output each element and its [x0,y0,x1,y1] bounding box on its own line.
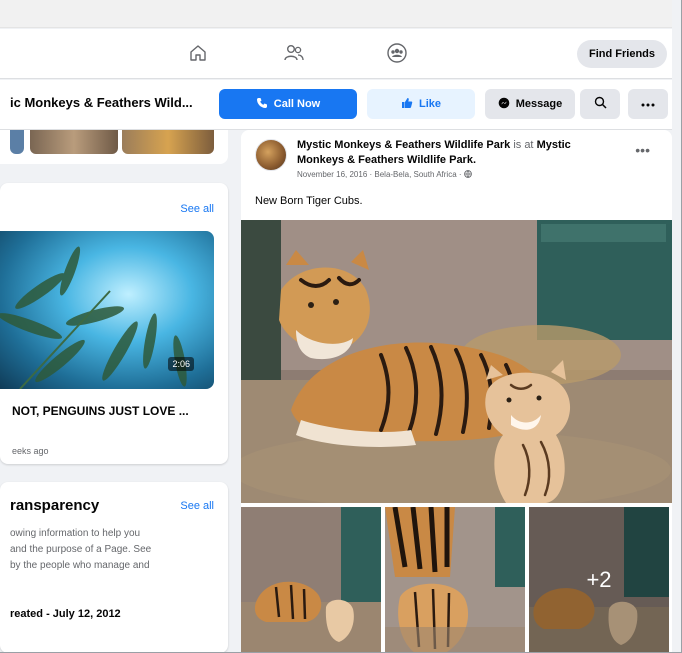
find-friends-button[interactable]: Find Friends [577,40,667,68]
transparency-see-all-link[interactable]: See all [180,500,214,512]
transparency-description: owing information to help you and the pu… [10,526,206,574]
transparency-line: by the people who manage and [10,560,150,571]
videos-see-all-link[interactable]: See all [180,203,214,215]
search-icon [594,96,607,112]
more-photos-count: +2 [586,567,612,592]
messenger-icon [498,97,510,112]
post-options-icon[interactable]: ••• [635,142,650,158]
photos-strip [0,130,228,164]
post-header: Mystic Monkeys & Feathers Wildlife Park … [297,138,617,168]
post-is-at: is at [513,139,534,151]
photo-thumbnail[interactable] [122,130,214,154]
call-now-label: Call Now [273,98,321,110]
left-column: See all 2:06 NOT, PENGUINS JUST LOVE ...… [0,130,228,652]
photo-thumbnail[interactable] [30,130,118,154]
video-title[interactable]: NOT, PENGUINS JUST LOVE ... [12,404,189,418]
page-transparency-card: ransparency See all owing information to… [0,482,228,652]
page-action-bar: ic Monkeys & Feathers Wild... Call Now L… [0,80,672,130]
tiger-photo [241,507,381,652]
page-created-date: reated - July 12, 2012 [10,608,121,620]
call-now-button[interactable]: Call Now [219,89,357,119]
photo-thumbnail[interactable] [10,130,24,154]
phone-icon [256,97,268,112]
avatar[interactable] [255,139,287,171]
thumbs-up-icon [401,97,413,112]
more-icon [641,98,655,110]
transparency-title: ransparency [10,497,100,514]
facebook-page-window: Find Friends ic Monkeys & Feathers Wild.… [0,0,682,653]
videos-card: See all 2:06 NOT, PENGUINS JUST LOVE ...… [0,183,228,464]
like-label: Like [418,98,441,110]
tiger-and-cub-photo [241,220,672,503]
message-label: Message [515,98,563,110]
groups-icon[interactable] [383,39,411,67]
friends-icon[interactable] [280,39,308,67]
video-meta: eeks ago [12,446,49,456]
home-icon[interactable] [184,39,212,67]
page-search-button[interactable] [580,89,620,119]
globe-icon [463,170,472,179]
tiger-photo [385,507,525,652]
video-duration: 2:06 [168,357,194,371]
video-thumbnail[interactable]: 2:06 [0,231,214,389]
top-navigation: Find Friends [0,29,672,79]
post-photo-thumbnail[interactable] [241,507,381,652]
transparency-line: owing information to help you [10,528,141,539]
browser-strip [0,0,672,28]
page-more-button[interactable] [628,89,668,119]
post-photo-thumbnail[interactable]: +2 [529,507,669,652]
post-text: New Born Tiger Cubs. [255,195,363,207]
post-main-photo[interactable] [241,220,672,503]
page-name: ic Monkeys & Feathers Wild... [10,95,193,110]
post-photo-thumbnail[interactable] [385,507,525,652]
post-date-text: November 16, 2016 · Bela-Bela, South Afr… [297,170,462,179]
like-page-button[interactable]: Like [367,89,475,119]
post-timestamp[interactable]: November 16, 2016 · Bela-Bela, South Afr… [297,170,472,179]
more-photos-overlay[interactable]: +2 [529,507,669,652]
post-author-link[interactable]: Mystic Monkeys & Feathers Wildlife Park [297,139,510,151]
post-card: Mystic Monkeys & Feathers Wildlife Park … [241,130,672,652]
transparency-line: and the purpose of a Page. See [10,544,152,555]
message-button[interactable]: Message [485,89,575,119]
